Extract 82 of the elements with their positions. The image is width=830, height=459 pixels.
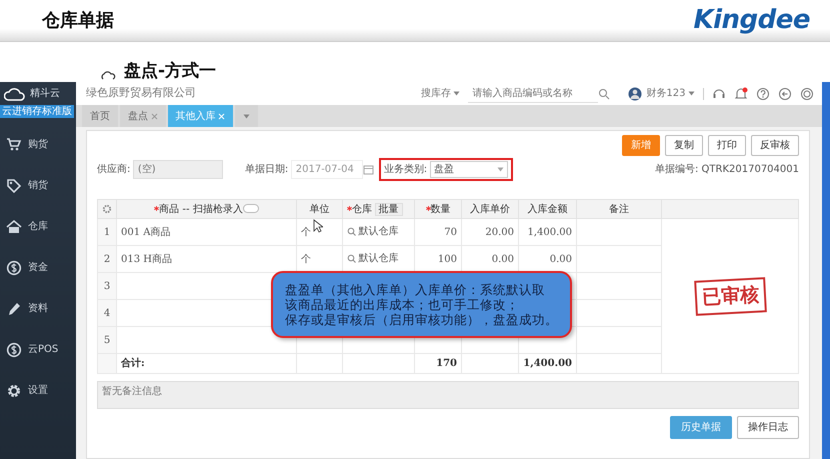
column-header-label: 入库单价 (470, 204, 510, 214)
date-label: 单据日期: (244, 162, 288, 177)
help-icon[interactable] (756, 86, 770, 100)
brand-logo: Kingdee (693, 4, 810, 37)
remark-field[interactable]: 暂无备注信息 (97, 381, 799, 409)
caret-icon (688, 91, 695, 96)
user-menu[interactable]: 财务123 (646, 86, 695, 101)
table-cell: 20.00 (485, 226, 514, 238)
total-value: 1,400.00 (523, 358, 572, 369)
caret-icon (453, 91, 460, 96)
tab[interactable]: 盘点 (120, 105, 166, 127)
column-header-label: 备注 (609, 204, 629, 214)
business-type-label: 业务类别: (384, 162, 428, 177)
callout-note: 盘盈单（其他入库单）入库单价：系统默认取 该商品最近的出库成本；也可手工修改； 保存或是审核后（启用审核功能），盘盈成功。 (271, 271, 572, 338)
cart-icon (6, 136, 22, 152)
tab[interactable]: 首页 (82, 105, 118, 127)
close-icon[interactable] (150, 112, 158, 120)
brand-name: 精斗云 (30, 86, 60, 101)
approved-stamp: 已审核 (694, 276, 766, 316)
column-header-label: 入库金额 (528, 204, 568, 214)
cloud-logo-icon (4, 86, 26, 100)
log-button[interactable]: 操作日志 (737, 416, 799, 439)
toolbar-button[interactable]: 打印 (708, 135, 746, 156)
edition-label: 云进销存标准版 (0, 105, 74, 118)
slide-title: 盘点-方式一 (124, 63, 216, 80)
tab-dropdown[interactable] (235, 105, 258, 127)
supplier-label: 供应商: (97, 162, 130, 177)
table-cell: 013 H商品 (121, 254, 172, 264)
slide-header-title: 仓库单据 (42, 9, 114, 33)
table-cell: 100 (438, 254, 457, 264)
sidebar-item[interactable]: 资金 (0, 247, 76, 288)
tag-icon (6, 178, 22, 194)
settings-icon (6, 382, 22, 398)
column-header-label: 仓库 (352, 204, 372, 214)
column-header-label: 商品 -- 扫描枪录入 (159, 204, 243, 214)
settings-icon[interactable] (102, 204, 112, 214)
search-icon (347, 226, 356, 236)
batch-button[interactable]: 批量 (374, 202, 402, 216)
toolbar-button[interactable]: 反审核 (751, 135, 799, 156)
row-number: 2 (98, 246, 116, 272)
total-value: 170 (436, 358, 457, 369)
cloud-icon (100, 70, 116, 80)
table-cell: 个 (301, 226, 311, 238)
sidebar-item[interactable]: 销货 (0, 165, 76, 206)
search-field[interactable]: 请输入商品编码或名称 (468, 84, 598, 102)
sidebar-item[interactable]: 设置 (0, 370, 76, 411)
calendar-icon (362, 164, 374, 175)
row-number: 4 (98, 300, 116, 326)
row-number: 5 (98, 326, 116, 354)
toolbar-button[interactable]: 复制 (665, 135, 703, 156)
coin-icon (6, 260, 22, 276)
column-header-label: 数量 (430, 204, 450, 214)
avatar-icon (628, 86, 642, 100)
row-number: 1 (98, 218, 116, 246)
column-header-label: 单位 (310, 204, 330, 214)
notification-bell-icon[interactable] (734, 86, 748, 100)
business-type-select[interactable]: 盘盈 (430, 161, 508, 178)
table-cell: 0.00 (492, 254, 514, 264)
scan-toggle[interactable] (242, 204, 259, 214)
search-icon[interactable] (598, 88, 610, 100)
search-scope-dropdown[interactable]: 搜库存 (420, 86, 460, 101)
table-cell: 0.00 (550, 254, 572, 264)
total-label: 合计: (121, 358, 145, 369)
sidebar-item[interactable]: 仓库 (0, 206, 76, 247)
coin-icon (6, 342, 22, 358)
table-cell: 70 (444, 226, 457, 238)
pencil-icon (6, 300, 22, 316)
table-cell: 001 A商品 (121, 226, 170, 238)
search-icon (347, 254, 356, 262)
house-icon (6, 218, 22, 234)
sidebar-item[interactable]: 资料 (0, 288, 76, 329)
sidebar-item[interactable]: 购货 (0, 124, 76, 165)
caret-icon (243, 114, 250, 118)
company-name: 绿色原野贸易有限公司 (86, 85, 196, 102)
row-number: 3 (98, 272, 116, 300)
table-cell: 个 (301, 254, 311, 264)
table-cell: 1,400.00 (527, 226, 572, 238)
document-number: 单据编号: QTRK20170704001 (654, 162, 799, 177)
caret-icon (497, 167, 504, 172)
headset-icon[interactable] (712, 86, 726, 100)
sidebar-item[interactable]: 云POS (0, 329, 76, 370)
supplier-field[interactable]: (空) (132, 160, 223, 179)
